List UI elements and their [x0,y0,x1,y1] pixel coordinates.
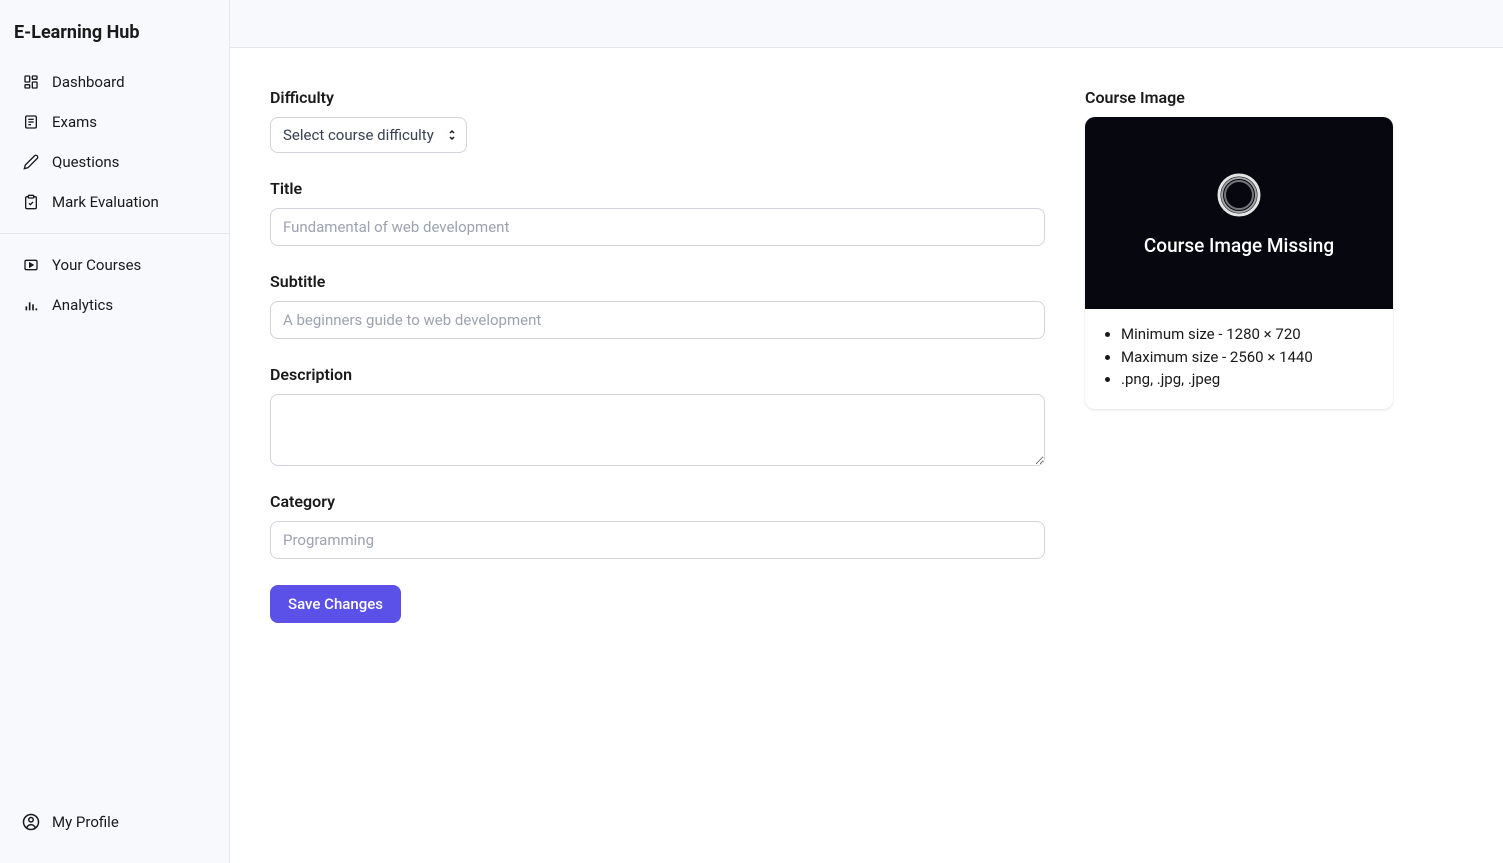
course-image-placeholder[interactable]: Course Image Missing [1085,117,1393,309]
image-requirement-item: Maximum size - 2560 × 1440 [1121,346,1379,369]
sidebar-item-questions[interactable]: Questions [0,143,229,181]
difficulty-label: Difficulty [270,88,1045,107]
subtitle-input[interactable] [270,301,1045,339]
exams-icon [22,113,40,131]
image-missing-text: Course Image Missing [1144,234,1334,257]
sidebar-item-dashboard[interactable]: Dashboard [0,63,229,101]
subtitle-label: Subtitle [270,272,1045,291]
sidebar-item-your-courses[interactable]: Your Courses [0,246,229,284]
form-column: Difficulty Select course difficulty Titl… [270,88,1045,623]
category-input[interactable] [270,521,1045,559]
profile-icon [22,813,40,831]
title-input[interactable] [270,208,1045,246]
nav-section-secondary: Your Courses Analytics [0,246,229,324]
topbar [230,0,1503,48]
difficulty-select[interactable]: Select course difficulty [270,117,467,153]
description-label: Description [270,365,1045,384]
sidebar-item-label: My Profile [52,813,119,831]
sidebar-footer: My Profile [0,803,229,841]
sidebar-item-label: Analytics [52,296,113,314]
sidebar: E-Learning Hub Dashboard Exams [0,0,230,863]
course-image-heading: Course Image [1085,88,1393,107]
questions-icon [22,153,40,171]
sidebar-item-label: Exams [52,113,97,131]
save-changes-button[interactable]: Save Changes [270,585,401,623]
app-title: E-Learning Hub [0,22,229,63]
image-requirement-item: Minimum size - 1280 × 720 [1121,323,1379,346]
sidebar-item-label: Your Courses [52,256,141,274]
dashboard-icon [22,73,40,91]
spinner-icon [1214,170,1264,220]
sidebar-item-analytics[interactable]: Analytics [0,286,229,324]
form-group-category: Category [270,492,1045,559]
difficulty-select-wrapper: Select course difficulty [270,117,467,153]
form-group-description: Description [270,365,1045,466]
form-group-subtitle: Subtitle [270,272,1045,339]
sidebar-item-label: Dashboard [52,73,125,91]
content-area: Difficulty Select course difficulty Titl… [230,48,1503,663]
image-requirement-item: .png, .jpg, .jpeg [1121,368,1379,391]
mark-evaluation-icon [22,193,40,211]
title-label: Title [270,179,1045,198]
main-content: Difficulty Select course difficulty Titl… [230,0,1503,863]
sidebar-item-exams[interactable]: Exams [0,103,229,141]
sidebar-item-my-profile[interactable]: My Profile [0,803,229,841]
play-icon [22,256,40,274]
form-group-title: Title [270,179,1045,246]
nav-divider [0,233,229,234]
form-group-difficulty: Difficulty Select course difficulty [270,88,1045,153]
nav-section-primary: Dashboard Exams Questions [0,63,229,221]
image-column: Course Image Course Image Missing Minimu… [1085,88,1393,623]
description-input[interactable] [270,394,1045,466]
course-image-card: Course Image Missing Minimum size - 1280… [1085,117,1393,409]
image-requirements-list: Minimum size - 1280 × 720 Maximum size -… [1085,309,1393,409]
analytics-icon [22,296,40,314]
sidebar-item-label: Questions [52,153,119,171]
sidebar-item-mark-evaluation[interactable]: Mark Evaluation [0,183,229,221]
sidebar-item-label: Mark Evaluation [52,193,159,211]
category-label: Category [270,492,1045,511]
